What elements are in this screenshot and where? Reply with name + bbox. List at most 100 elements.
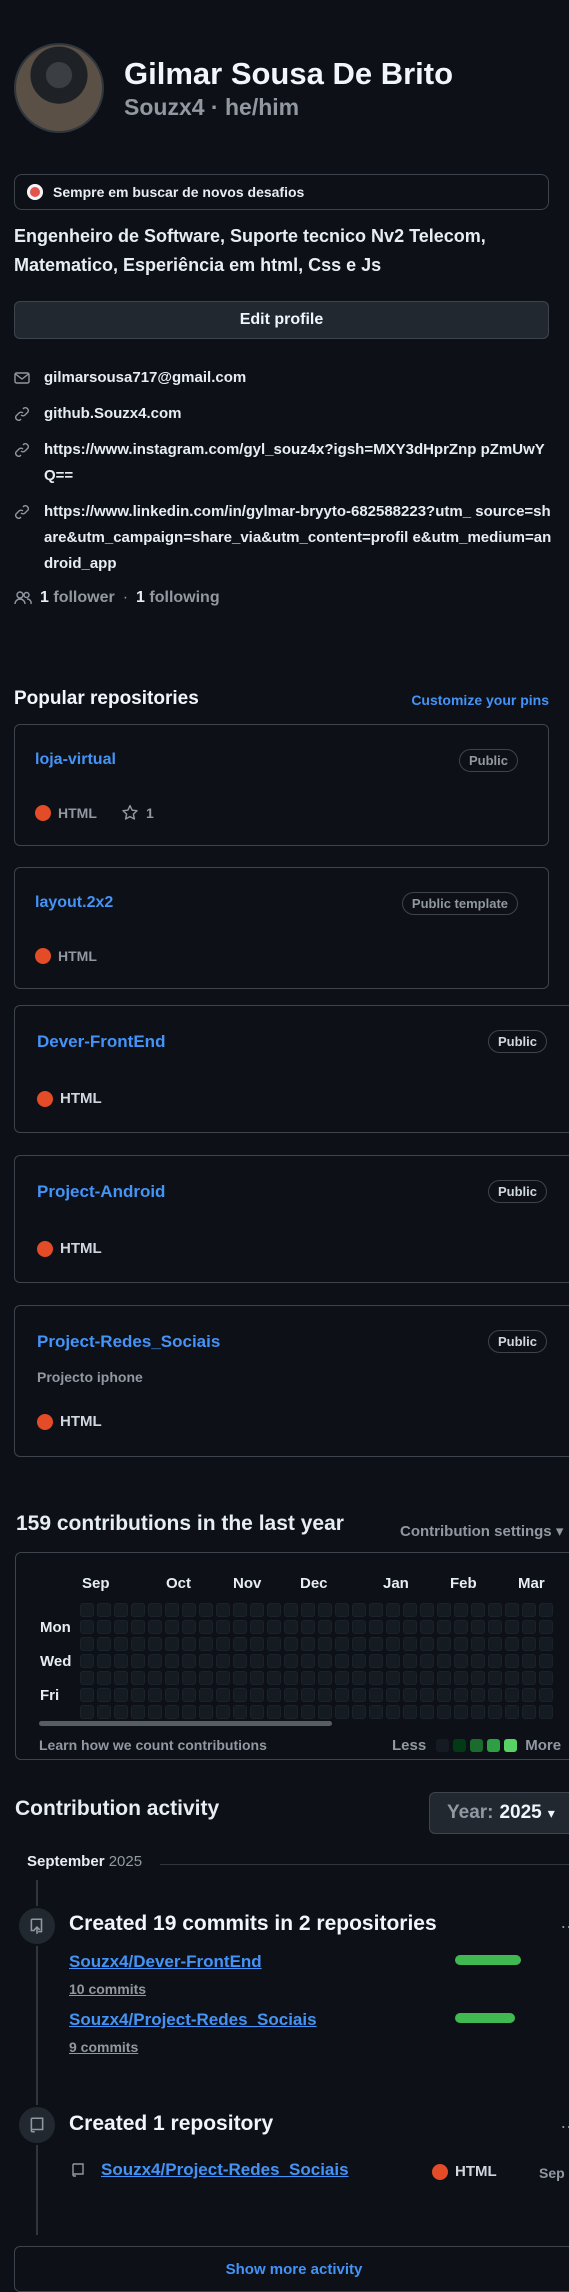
contribution-cell[interactable] — [267, 1603, 281, 1617]
edit-profile-button[interactable]: Edit profile — [14, 301, 549, 339]
contribution-cell[interactable] — [199, 1671, 213, 1685]
repo-card[interactable]: Project-Redes_Sociais Public Projecto ip… — [14, 1305, 569, 1457]
contribution-cell[interactable] — [522, 1705, 536, 1719]
contribution-cell[interactable] — [216, 1603, 230, 1617]
contribution-cell[interactable] — [250, 1603, 264, 1617]
contribution-cell[interactable] — [454, 1705, 468, 1719]
contribution-cell[interactable] — [539, 1671, 553, 1685]
contribution-cell[interactable] — [352, 1620, 366, 1634]
contribution-cell[interactable] — [80, 1671, 94, 1685]
contribution-cell[interactable] — [454, 1603, 468, 1617]
contribution-cell[interactable] — [267, 1705, 281, 1719]
contribution-cell[interactable] — [505, 1688, 519, 1702]
contribution-cell[interactable] — [369, 1688, 383, 1702]
contribution-cell[interactable] — [148, 1620, 162, 1634]
contribution-cell[interactable] — [522, 1603, 536, 1617]
contribution-cell[interactable] — [488, 1654, 502, 1668]
learn-contributions-link[interactable]: Learn how we count contributions — [39, 1737, 267, 1753]
contribution-cell[interactable] — [318, 1620, 332, 1634]
created-repo-link[interactable]: Souzx4/Project-Redes_Sociais — [101, 2160, 349, 2180]
contribution-cell[interactable] — [97, 1603, 111, 1617]
contribution-cell[interactable] — [335, 1705, 349, 1719]
contribution-cell[interactable] — [471, 1671, 485, 1685]
contribution-cell[interactable] — [471, 1688, 485, 1702]
contribution-cell[interactable] — [131, 1688, 145, 1702]
contribution-cell[interactable] — [386, 1637, 400, 1651]
repo-card[interactable]: Dever-FrontEnd Public HTML — [14, 1005, 569, 1133]
contribution-cell[interactable] — [114, 1603, 128, 1617]
contribution-cell[interactable] — [403, 1654, 417, 1668]
contribution-cell[interactable] — [420, 1654, 434, 1668]
contribution-cell[interactable] — [80, 1637, 94, 1651]
contribution-cell[interactable] — [165, 1705, 179, 1719]
contribution-cell[interactable] — [80, 1654, 94, 1668]
contribution-cell[interactable] — [148, 1705, 162, 1719]
contribution-cell[interactable] — [80, 1688, 94, 1702]
contribution-cell[interactable] — [335, 1671, 349, 1685]
contribution-cell[interactable] — [505, 1654, 519, 1668]
commit-repo-link[interactable]: Souzx4/Dever-FrontEnd — [69, 1952, 262, 1972]
linkedin-link[interactable]: https://www.linkedin.com/in/gylmar-bryyt… — [44, 499, 554, 577]
repo-card[interactable]: loja-virtual Public HTML 1 — [14, 724, 549, 846]
contribution-cell[interactable] — [165, 1688, 179, 1702]
contribution-cell[interactable] — [522, 1688, 536, 1702]
contribution-cell[interactable] — [114, 1620, 128, 1634]
contribution-cell[interactable] — [386, 1603, 400, 1617]
contribution-cell[interactable] — [522, 1654, 536, 1668]
repo-name[interactable]: Project-Android — [37, 1182, 165, 1202]
contribution-cell[interactable] — [352, 1705, 366, 1719]
contribution-cell[interactable] — [114, 1654, 128, 1668]
contribution-cell[interactable] — [505, 1603, 519, 1617]
contribution-cell[interactable] — [488, 1671, 502, 1685]
contribution-cell[interactable] — [369, 1654, 383, 1668]
contribution-cell[interactable] — [420, 1688, 434, 1702]
repo-card[interactable]: layout.2x2 Public template HTML — [14, 867, 549, 989]
contribution-cell[interactable] — [233, 1671, 247, 1685]
contribution-cell[interactable] — [471, 1705, 485, 1719]
contribution-cell[interactable] — [267, 1654, 281, 1668]
contribution-cell[interactable] — [488, 1620, 502, 1634]
contribution-cell[interactable] — [539, 1637, 553, 1651]
contribution-cell[interactable] — [437, 1671, 451, 1685]
contribution-cell[interactable] — [403, 1688, 417, 1702]
contribution-cell[interactable] — [284, 1705, 298, 1719]
contribution-cell[interactable] — [216, 1688, 230, 1702]
contribution-cell[interactable] — [301, 1603, 315, 1617]
contribution-cell[interactable] — [522, 1620, 536, 1634]
contribution-cell[interactable] — [97, 1705, 111, 1719]
contribution-cell[interactable] — [182, 1654, 196, 1668]
contribution-cell[interactable] — [148, 1603, 162, 1617]
contribution-cell[interactable] — [284, 1637, 298, 1651]
contribution-cell[interactable] — [114, 1705, 128, 1719]
contribution-cell[interactable] — [403, 1637, 417, 1651]
contribution-cell[interactable] — [250, 1688, 264, 1702]
avatar[interactable] — [14, 43, 104, 133]
contribution-cell[interactable] — [335, 1688, 349, 1702]
link-row[interactable]: github.Souzx4.com — [14, 401, 182, 427]
contribution-cell[interactable] — [301, 1688, 315, 1702]
contribution-cell[interactable] — [131, 1705, 145, 1719]
contribution-cell[interactable] — [352, 1603, 366, 1617]
contribution-cell[interactable] — [369, 1620, 383, 1634]
contribution-cell[interactable] — [386, 1688, 400, 1702]
contribution-cell[interactable] — [420, 1620, 434, 1634]
contribution-cell[interactable] — [369, 1637, 383, 1651]
contribution-cell[interactable] — [318, 1671, 332, 1685]
repo-name[interactable]: loja-virtual — [35, 751, 116, 769]
contribution-cell[interactable] — [301, 1705, 315, 1719]
contribution-cell[interactable] — [267, 1637, 281, 1651]
contribution-cell[interactable] — [335, 1620, 349, 1634]
following-link[interactable]: 1 following — [136, 589, 220, 607]
contribution-cell[interactable] — [131, 1620, 145, 1634]
commit-count-link[interactable]: 10 commits — [69, 1981, 146, 1997]
contribution-cell[interactable] — [352, 1654, 366, 1668]
contribution-cell[interactable] — [233, 1688, 247, 1702]
contribution-cell[interactable] — [165, 1654, 179, 1668]
contribution-cell[interactable] — [165, 1603, 179, 1617]
contribution-cell[interactable] — [301, 1654, 315, 1668]
contribution-cell[interactable] — [199, 1603, 213, 1617]
contribution-cell[interactable] — [539, 1705, 553, 1719]
contribution-cell[interactable] — [97, 1688, 111, 1702]
contribution-cell[interactable] — [386, 1620, 400, 1634]
contribution-cell[interactable] — [301, 1671, 315, 1685]
